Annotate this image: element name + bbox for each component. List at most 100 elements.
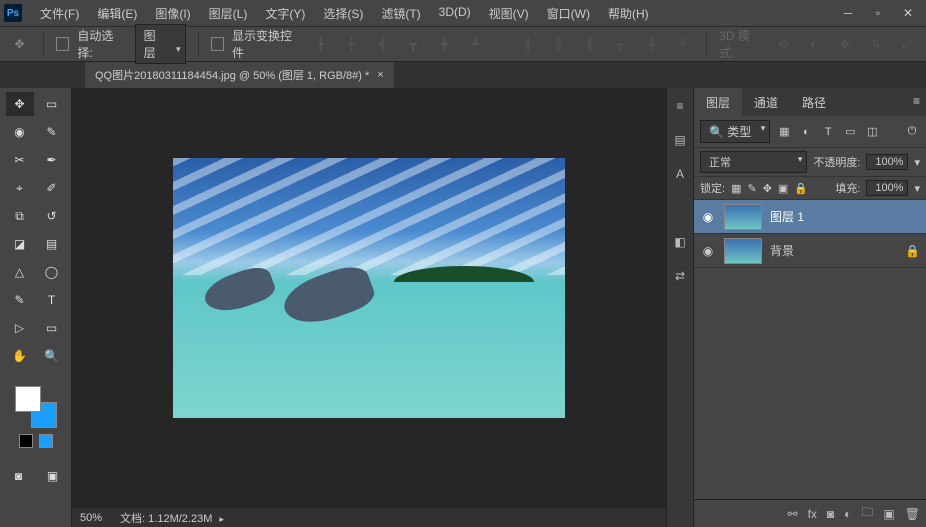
visibility-toggle-icon[interactable]: ◉ xyxy=(700,210,716,224)
new-layer-icon[interactable]: ▣ xyxy=(883,507,894,521)
adjustment-layer-icon[interactable]: ◐ xyxy=(844,507,851,521)
menu-layer[interactable]: 图层(L) xyxy=(201,1,256,26)
fill-dropdown-icon[interactable]: ▾ xyxy=(914,182,920,195)
crop-tool[interactable]: ✂ xyxy=(6,148,34,172)
quick-mask-icon[interactable]: ◙ xyxy=(5,464,33,488)
color-panel-icon[interactable]: ◧ xyxy=(670,232,690,252)
panel-menu-icon[interactable]: ≡ xyxy=(907,88,926,116)
tab-layers[interactable]: 图层 xyxy=(694,88,742,116)
move-tool[interactable]: ✥ xyxy=(6,92,34,116)
adjustments-panel-icon[interactable]: ⇄ xyxy=(670,266,690,286)
maximize-button[interactable]: ▫ xyxy=(864,3,892,23)
add-mask-icon[interactable]: ◙ xyxy=(827,507,834,521)
align-bottom-icon[interactable]: ┻ xyxy=(464,32,487,56)
link-layers-icon[interactable]: ⚯ xyxy=(788,507,798,521)
close-button[interactable]: ✕ xyxy=(894,3,922,23)
default-colors-icon[interactable] xyxy=(19,434,33,448)
menu-3d[interactable]: 3D(D) xyxy=(431,1,479,26)
eyedropper-tool[interactable]: ✒ xyxy=(38,148,66,172)
close-tab-icon[interactable]: × xyxy=(377,69,383,81)
menu-image[interactable]: 图像(I) xyxy=(147,1,198,26)
distribute-5-icon[interactable]: ╫ xyxy=(640,32,663,56)
lock-artboard-icon[interactable]: ▣ xyxy=(778,182,788,195)
filter-pixel-icon[interactable]: ▦ xyxy=(776,124,792,140)
minimize-button[interactable]: ─ xyxy=(834,3,862,23)
align-center-v-icon[interactable]: ╋ xyxy=(433,32,456,56)
lock-all-icon[interactable]: 🔒 xyxy=(794,182,808,195)
pen-tool[interactable]: ✎ xyxy=(6,288,34,312)
align-center-h-icon[interactable]: ┿ xyxy=(340,32,363,56)
delete-layer-icon[interactable]: 🗑 xyxy=(905,507,920,521)
opacity-dropdown-icon[interactable]: ▾ xyxy=(914,156,920,169)
3d-slide-icon[interactable]: ⇅ xyxy=(864,32,887,56)
swap-colors-icon[interactable] xyxy=(39,434,53,448)
quick-select-tool[interactable]: ✎ xyxy=(38,120,66,144)
3d-pan-icon[interactable]: ✥ xyxy=(833,32,856,56)
blend-mode-dropdown[interactable]: 正常 xyxy=(700,151,807,173)
layer-group-icon[interactable]: 🗀 xyxy=(861,503,873,524)
layer-row[interactable]: ◉ 背景 🔒 xyxy=(694,234,926,268)
align-left-icon[interactable]: ┣ xyxy=(309,32,332,56)
move-tool-icon[interactable]: ✥ xyxy=(8,32,31,56)
layer-name[interactable]: 图层 1 xyxy=(770,208,804,225)
hand-tool[interactable]: ✋ xyxy=(6,344,34,368)
healing-tool[interactable]: ⌖ xyxy=(6,176,34,200)
lock-position-icon[interactable]: ✥ xyxy=(763,182,772,195)
filter-type-icon[interactable]: T xyxy=(820,124,836,140)
show-transform-checkbox[interactable] xyxy=(211,37,224,51)
distribute-1-icon[interactable]: ╟ xyxy=(516,32,539,56)
filter-kind-dropdown[interactable]: 🔍 类型 xyxy=(700,120,770,143)
layer-thumbnail[interactable] xyxy=(724,204,762,230)
auto-select-checkbox[interactable] xyxy=(56,37,69,51)
distribute-4-icon[interactable]: ╥ xyxy=(609,32,632,56)
lock-transparency-icon[interactable]: ▦ xyxy=(731,182,741,195)
gradient-tool[interactable]: ▤ xyxy=(38,232,66,256)
menu-file[interactable]: 文件(F) xyxy=(32,1,87,26)
visibility-toggle-icon[interactable]: ◉ xyxy=(700,244,716,258)
distribute-2-icon[interactable]: ╫ xyxy=(547,32,570,56)
3d-scale-icon[interactable]: ⤢ xyxy=(895,32,918,56)
character-panel-icon[interactable]: A xyxy=(670,164,690,184)
history-brush-tool[interactable]: ↺ xyxy=(38,204,66,228)
menu-filter[interactable]: 滤镜(T) xyxy=(373,1,428,26)
zoom-value[interactable]: 50% xyxy=(80,512,102,524)
menu-type[interactable]: 文字(Y) xyxy=(257,1,313,26)
fill-input[interactable]: 100% xyxy=(866,180,908,196)
stamp-tool[interactable]: ⧉ xyxy=(6,204,34,228)
tab-channels[interactable]: 通道 xyxy=(742,88,790,116)
blur-tool[interactable]: △ xyxy=(6,260,34,284)
filter-toggle-icon[interactable]: ⏻ xyxy=(904,124,920,140)
menu-window[interactable]: 窗口(W) xyxy=(539,1,598,26)
foreground-color-swatch[interactable] xyxy=(15,386,41,412)
lasso-tool[interactable]: ◉ xyxy=(6,120,34,144)
document-tab[interactable]: QQ图片20180311184454.jpg @ 50% (图层 1, RGB/… xyxy=(85,62,394,88)
auto-select-dropdown[interactable]: 图层 xyxy=(135,24,186,64)
filter-shape-icon[interactable]: ▭ xyxy=(842,124,858,140)
path-select-tool[interactable]: ▷ xyxy=(6,316,34,340)
opacity-input[interactable]: 100% xyxy=(866,154,908,170)
align-right-icon[interactable]: ┫ xyxy=(371,32,394,56)
tab-paths[interactable]: 路径 xyxy=(790,88,838,116)
zoom-tool[interactable]: 🔍 xyxy=(38,344,66,368)
history-panel-icon[interactable]: ≡ xyxy=(670,96,690,116)
marquee-tool[interactable]: ▭ xyxy=(38,92,66,116)
layer-name[interactable]: 背景 xyxy=(770,242,794,259)
distribute-6-icon[interactable]: ╨ xyxy=(671,32,694,56)
brush-tool[interactable]: ✐ xyxy=(38,176,66,200)
layer-row[interactable]: ◉ 图层 1 xyxy=(694,200,926,234)
type-tool[interactable]: T xyxy=(38,288,66,312)
dodge-tool[interactable]: ◯ xyxy=(38,260,66,284)
layer-thumbnail[interactable] xyxy=(724,238,762,264)
align-top-icon[interactable]: ┳ xyxy=(402,32,425,56)
3d-orbit-icon[interactable]: ⟲ xyxy=(771,32,794,56)
menu-help[interactable]: 帮助(H) xyxy=(600,1,657,26)
color-swatches[interactable] xyxy=(15,386,57,428)
screen-mode-icon[interactable]: ▣ xyxy=(39,464,67,488)
canvas[interactable] xyxy=(72,88,666,507)
3d-roll-icon[interactable]: ◐ xyxy=(802,32,825,56)
shape-tool[interactable]: ▭ xyxy=(38,316,66,340)
menu-view[interactable]: 视图(V) xyxy=(481,1,537,26)
eraser-tool[interactable]: ◪ xyxy=(6,232,34,256)
filter-smart-icon[interactable]: ◫ xyxy=(864,124,880,140)
menu-edit[interactable]: 编辑(E) xyxy=(89,1,145,26)
